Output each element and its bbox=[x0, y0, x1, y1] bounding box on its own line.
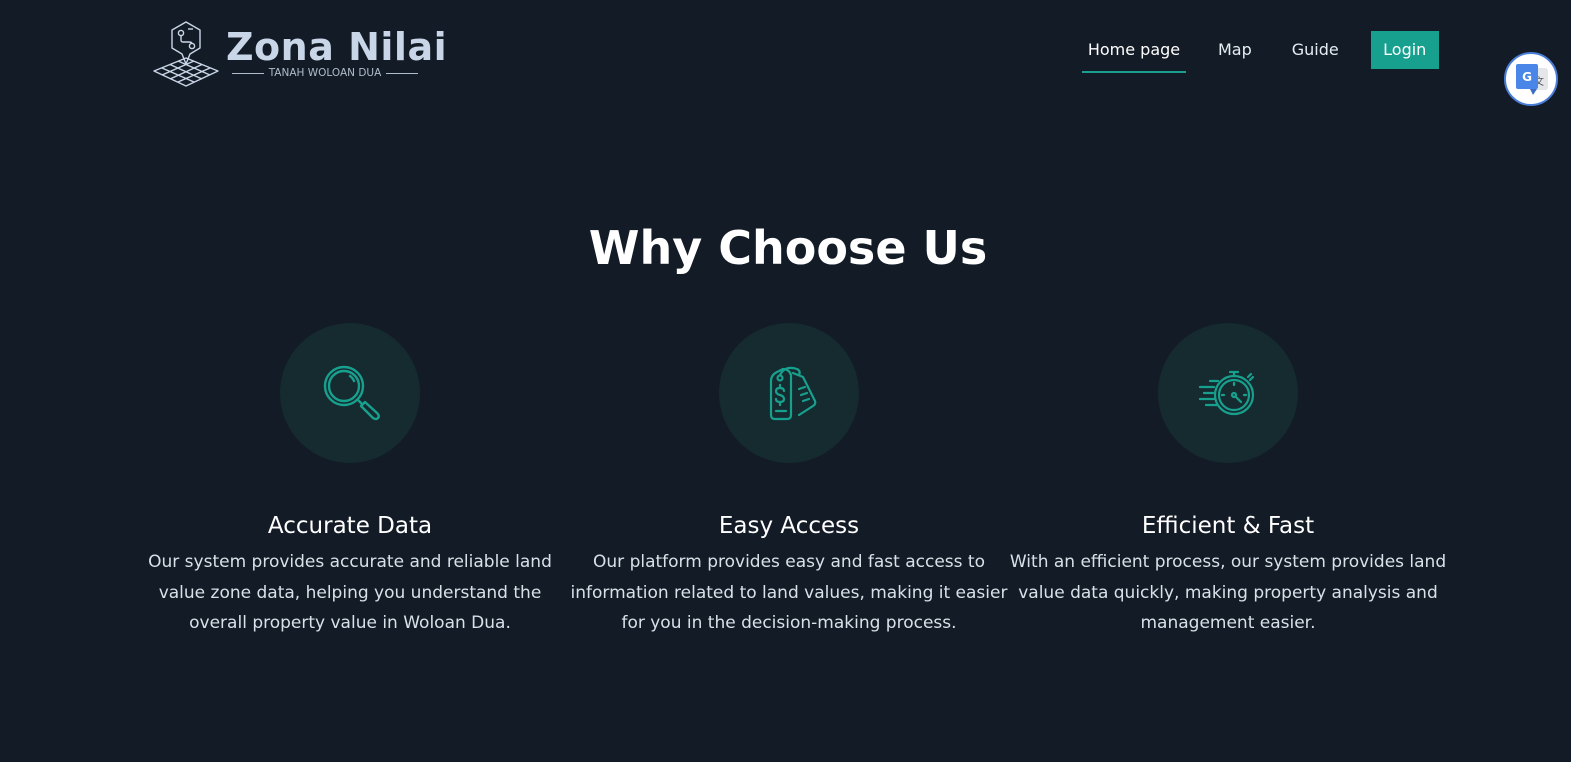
google-translate-icon: 文 G bbox=[1516, 64, 1548, 95]
map-pin-logo-icon bbox=[153, 21, 219, 87]
logo-subtitle-line-right bbox=[386, 72, 418, 74]
logo-title: Zona Nilai bbox=[226, 25, 448, 69]
feature-description: Our platform provides easy and fast acce… bbox=[570, 552, 1008, 633]
nav-map[interactable]: Map bbox=[1218, 31, 1252, 71]
login-button[interactable]: Login bbox=[1370, 31, 1439, 69]
nav-guide[interactable]: Guide bbox=[1292, 31, 1339, 71]
section-title: Why Choose Us bbox=[588, 221, 988, 275]
feature-card-accurate-data: Accurate Data Our system provides accura… bbox=[130, 323, 570, 639]
price-tag-icon bbox=[769, 366, 817, 421]
feature-title: Accurate Data bbox=[267, 513, 433, 539]
feature-title: Easy Access bbox=[718, 513, 860, 539]
page: Zona Nilai TANAH WOLOAN DUA Home page Ma… bbox=[0, 0, 1571, 762]
svg-text:G: G bbox=[1522, 70, 1532, 84]
feature-title: Efficient & Fast bbox=[1141, 513, 1315, 539]
feature-icon-circle bbox=[280, 323, 420, 463]
main-nav: Home page Map Guide Login bbox=[1082, 31, 1439, 73]
logo[interactable]: Zona Nilai TANAH WOLOAN DUA bbox=[152, 20, 447, 90]
feature-card-easy-access: Easy Access Our platform provides easy a… bbox=[569, 323, 1009, 639]
stopwatch-icon bbox=[1198, 370, 1255, 416]
feature-card-efficient-fast: Efficient & Fast With an efficient proce… bbox=[1008, 323, 1448, 639]
logo-subtitle-line-left bbox=[232, 72, 264, 74]
logo-subtitle: TANAH WOLOAN DUA bbox=[232, 67, 418, 79]
feature-description: Our system provides accurate and reliabl… bbox=[148, 552, 552, 633]
feature-icon-circle bbox=[719, 323, 859, 463]
logo-subtitle-text: TANAH WOLOAN DUA bbox=[268, 67, 382, 79]
google-translate-button[interactable]: 文 G bbox=[1504, 52, 1558, 106]
feature-icon-circle bbox=[1158, 323, 1298, 463]
nav-home-page[interactable]: Home page bbox=[1082, 31, 1186, 73]
feature-description: With an efficient process, our system pr… bbox=[1009, 552, 1447, 633]
search-icon bbox=[323, 365, 380, 421]
